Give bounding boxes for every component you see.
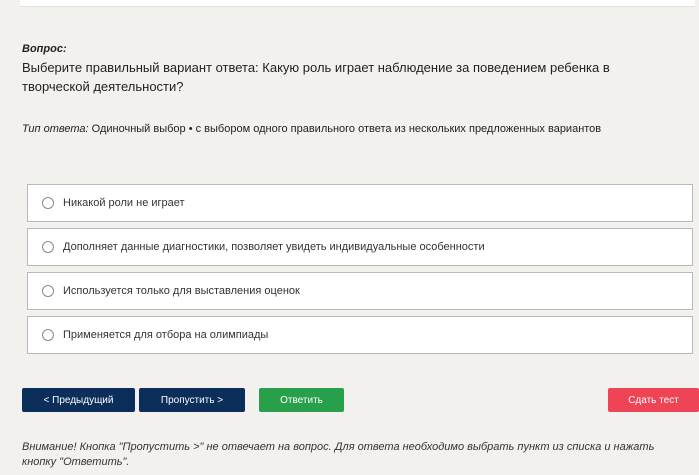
radio-button[interactable] — [42, 197, 54, 209]
question-label: Вопрос: — [22, 43, 67, 55]
option-1[interactable]: Никакой роли не играет — [27, 184, 693, 222]
question-text: Выберите правильный вариант ответа: Каку… — [22, 60, 610, 94]
option-label: Дополняет данные диагностики, позволяет … — [63, 241, 485, 253]
option-label: Никакой роли не играет — [63, 197, 185, 209]
top-card — [20, 0, 695, 7]
answer-type-value: Одиночный выбор • с выбором одного прави… — [88, 123, 602, 135]
answer-type-label: Тип ответа: — [22, 123, 89, 135]
option-4[interactable]: Применяется для отбора на олимпиады — [27, 316, 693, 354]
option-label: Используется только для выставления оцен… — [63, 285, 300, 297]
answer-options: Никакой роли не играет Дополняет данные … — [27, 184, 693, 360]
answer-type: Тип ответа: Одиночный выбор • с выбором … — [22, 123, 601, 135]
option-3[interactable]: Используется только для выставления оцен… — [27, 272, 693, 310]
answer-button[interactable]: Ответить — [259, 388, 344, 412]
radio-button[interactable] — [42, 329, 54, 341]
notice-text: Внимание! Кнопка "Пропустить >" не отвеч… — [22, 441, 655, 468]
skip-button[interactable]: Пропустить > — [139, 388, 245, 412]
option-label: Применяется для отбора на олимпиады — [63, 329, 269, 341]
option-2[interactable]: Дополняет данные диагностики, позволяет … — [27, 228, 693, 266]
finish-test-button[interactable]: Сдать тест — [608, 388, 699, 412]
radio-button[interactable] — [42, 285, 54, 297]
radio-button[interactable] — [42, 241, 54, 253]
previous-button[interactable]: < Предыдущий — [22, 388, 135, 412]
